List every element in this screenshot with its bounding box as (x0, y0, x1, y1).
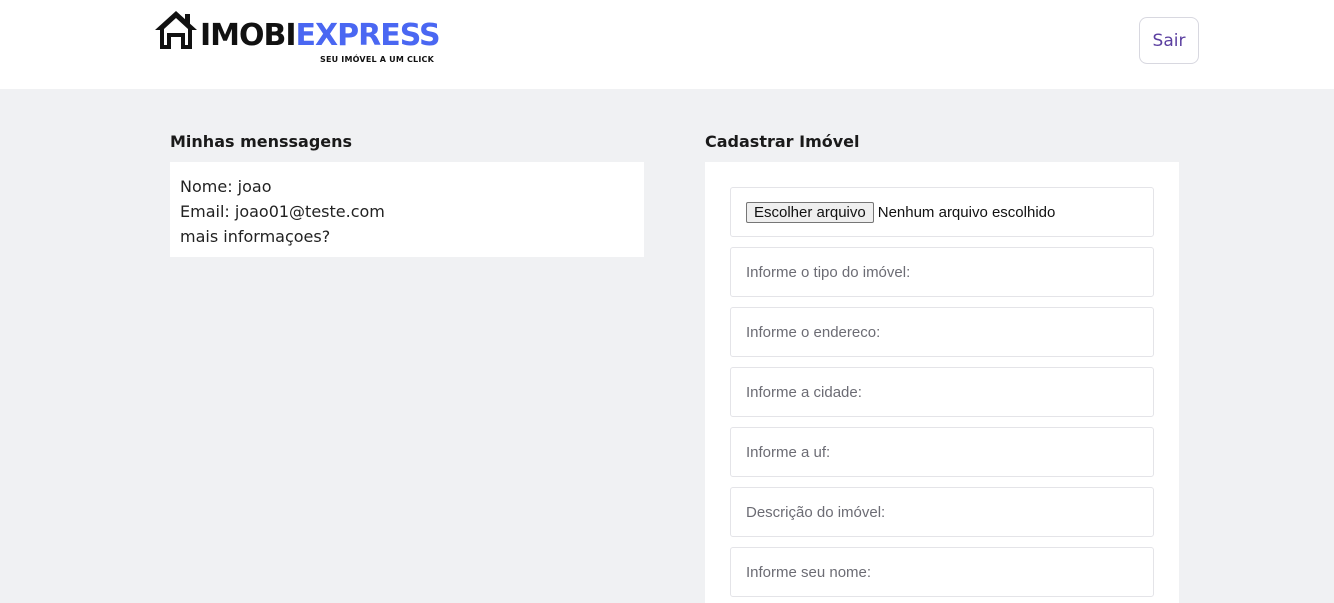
logo-word-express: EXPRESS (295, 18, 441, 53)
state-field[interactable] (730, 427, 1154, 477)
top-header: IMOBIEXPRESS SEU IMÓVEL A UM CLICK Sair (0, 0, 1334, 89)
site-logo[interactable]: IMOBIEXPRESS SEU IMÓVEL A UM CLICK (154, 9, 454, 69)
message-body: mais informaçoes? (180, 227, 331, 246)
message-sender-name: Nome: joao (180, 177, 272, 196)
photo-upload-field[interactable]: Escolher arquivo Nenhum arquivo escolhid… (730, 187, 1154, 237)
message-card: Nome: joao Email: joao01@teste.com mais … (170, 162, 644, 257)
address-input[interactable] (731, 308, 1153, 356)
property-type-input[interactable] (731, 248, 1153, 296)
address-field[interactable] (730, 307, 1154, 357)
choose-file-button[interactable]: Escolher arquivo (746, 201, 874, 223)
owner-name-input[interactable] (731, 548, 1153, 596)
file-status-text: Nenhum arquivo escolhido (877, 203, 1056, 221)
logo-wordmark: IMOBIEXPRESS (200, 18, 441, 54)
description-field[interactable] (730, 487, 1154, 537)
message-sender-email: Email: joao01@teste.com (180, 202, 385, 221)
property-type-field[interactable] (730, 247, 1154, 297)
logo-word-imobi: IMOBI (200, 18, 297, 53)
owner-name-field[interactable] (730, 547, 1154, 597)
description-input[interactable] (731, 488, 1153, 536)
logout-button[interactable]: Sair (1139, 17, 1199, 64)
city-field[interactable] (730, 367, 1154, 417)
logo-tagline: SEU IMÓVEL A UM CLICK (320, 55, 435, 64)
register-property-form: Escolher arquivo Nenhum arquivo escolhid… (705, 162, 1179, 603)
city-input[interactable] (731, 368, 1153, 416)
state-input[interactable] (731, 428, 1153, 476)
house-icon (155, 11, 197, 49)
register-title: Cadastrar Imóvel (705, 132, 860, 151)
messages-title: Minhas menssagens (170, 132, 353, 151)
